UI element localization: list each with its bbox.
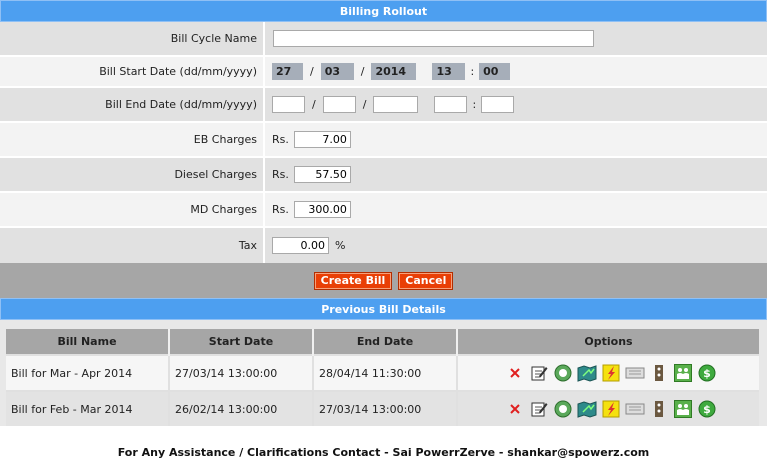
start-date-label: Bill Start Date (dd/mm/yyyy) [0, 57, 265, 86]
tax-row: Tax % [0, 228, 767, 263]
options-cell: $ [457, 354, 759, 391]
currency-label: Rs. [272, 203, 289, 216]
start-minute-input[interactable] [479, 63, 511, 80]
bill-cycle-input[interactable] [273, 30, 594, 47]
column-header: Options [457, 329, 759, 355]
delete-icon[interactable] [504, 398, 526, 420]
power-icon[interactable] [600, 398, 622, 420]
seal-icon[interactable] [552, 362, 574, 384]
currency-label: Rs. [272, 168, 289, 181]
money-icon[interactable]: $ [696, 398, 718, 420]
time-separator: : [470, 65, 475, 78]
map-icon[interactable] [576, 362, 598, 384]
table-row: Bill for Feb - Mar 2014 26/02/14 13:00:0… [6, 390, 759, 426]
date-separator: / [362, 98, 367, 111]
delete-icon[interactable] [504, 362, 526, 384]
options-cell: $ [457, 390, 759, 426]
end-day-input[interactable] [272, 96, 305, 113]
map-icon[interactable] [576, 398, 598, 420]
money-icon[interactable]: $ [696, 362, 718, 384]
diesel-charges-label: Diesel Charges [0, 158, 265, 191]
eb-charges-label: EB Charges [0, 123, 265, 156]
edit-icon[interactable] [528, 362, 550, 384]
billing-page: Billing Rollout Bill Cycle Name Bill Sta… [0, 0, 767, 426]
start-date-cell: 26/02/14 13:00:00 [169, 390, 314, 426]
start-day-input[interactable] [272, 63, 303, 80]
svg-text:$: $ [703, 367, 711, 380]
end-date-label: Bill End Date (dd/mm/yyyy) [0, 88, 265, 121]
meter-icon[interactable] [648, 398, 670, 420]
bill-cycle-row: Bill Cycle Name [0, 22, 767, 57]
diesel-charges-input[interactable] [293, 166, 351, 183]
end-hour-input[interactable] [434, 96, 468, 113]
start-month-input[interactable] [320, 63, 354, 80]
md-charges-label: MD Charges [0, 193, 265, 226]
md-charges-input[interactable] [293, 201, 351, 218]
eb-charges-input[interactable] [293, 131, 351, 148]
end-minute-input[interactable] [481, 96, 515, 113]
svg-text:$: $ [703, 403, 711, 416]
bill-cycle-label: Bill Cycle Name [0, 22, 265, 55]
date-separator: / [360, 65, 365, 78]
meter-icon[interactable] [648, 362, 670, 384]
date-separator: / [310, 65, 314, 78]
date-separator: / [312, 98, 316, 111]
edit-icon[interactable] [528, 398, 550, 420]
cancel-button[interactable]: Cancel [398, 271, 454, 290]
previous-bill-header: Previous Bill Details [0, 298, 767, 320]
users-icon[interactable] [672, 398, 694, 420]
currency-label: Rs. [272, 133, 289, 146]
diesel-charges-row: Diesel Charges Rs. [0, 158, 767, 193]
seal-icon[interactable] [552, 398, 574, 420]
column-header: Bill Name [6, 329, 170, 355]
start-date-row: Bill Start Date (dd/mm/yyyy) / / : [0, 57, 767, 88]
device-icon[interactable] [624, 362, 646, 384]
create-bill-button[interactable]: Create Bill [313, 271, 393, 290]
md-charges-row: MD Charges Rs. [0, 193, 767, 228]
previous-bill-table: Bill Name Start Date End Date Options Bi… [6, 329, 759, 426]
footer-contact: For Any Assistance / Clarifications Cont… [117, 446, 650, 459]
eb-charges-row: EB Charges Rs. [0, 123, 767, 158]
column-header: End Date [313, 329, 458, 355]
device-icon[interactable] [624, 398, 646, 420]
end-date-cell: 28/04/14 11:30:00 [313, 354, 458, 391]
tax-label: Tax [0, 228, 265, 263]
bill-name-cell: Bill for Feb - Mar 2014 [6, 390, 170, 426]
end-date-cell: 27/03/14 13:00:00 [313, 390, 458, 426]
power-icon[interactable] [600, 362, 622, 384]
bill-name-cell: Bill for Mar - Apr 2014 [6, 354, 170, 391]
start-date-cell: 27/03/14 13:00:00 [169, 354, 314, 391]
start-year-input[interactable] [371, 63, 417, 80]
end-month-input[interactable] [322, 96, 356, 113]
time-separator: : [472, 98, 477, 111]
column-header: Start Date [169, 329, 314, 355]
end-date-row: Bill End Date (dd/mm/yyyy) / / : [0, 88, 767, 123]
button-bar: Create Bill Cancel [0, 263, 767, 298]
tax-input[interactable] [272, 237, 329, 254]
start-hour-input[interactable] [432, 63, 466, 80]
billing-rollout-header: Billing Rollout [0, 0, 767, 22]
end-year-input[interactable] [373, 96, 419, 113]
tax-unit: % [335, 239, 346, 252]
users-icon[interactable] [672, 362, 694, 384]
table-row: Bill for Mar - Apr 2014 27/03/14 13:00:0… [6, 354, 759, 391]
previous-bill-panel: Bill Name Start Date End Date Options Bi… [0, 320, 767, 426]
